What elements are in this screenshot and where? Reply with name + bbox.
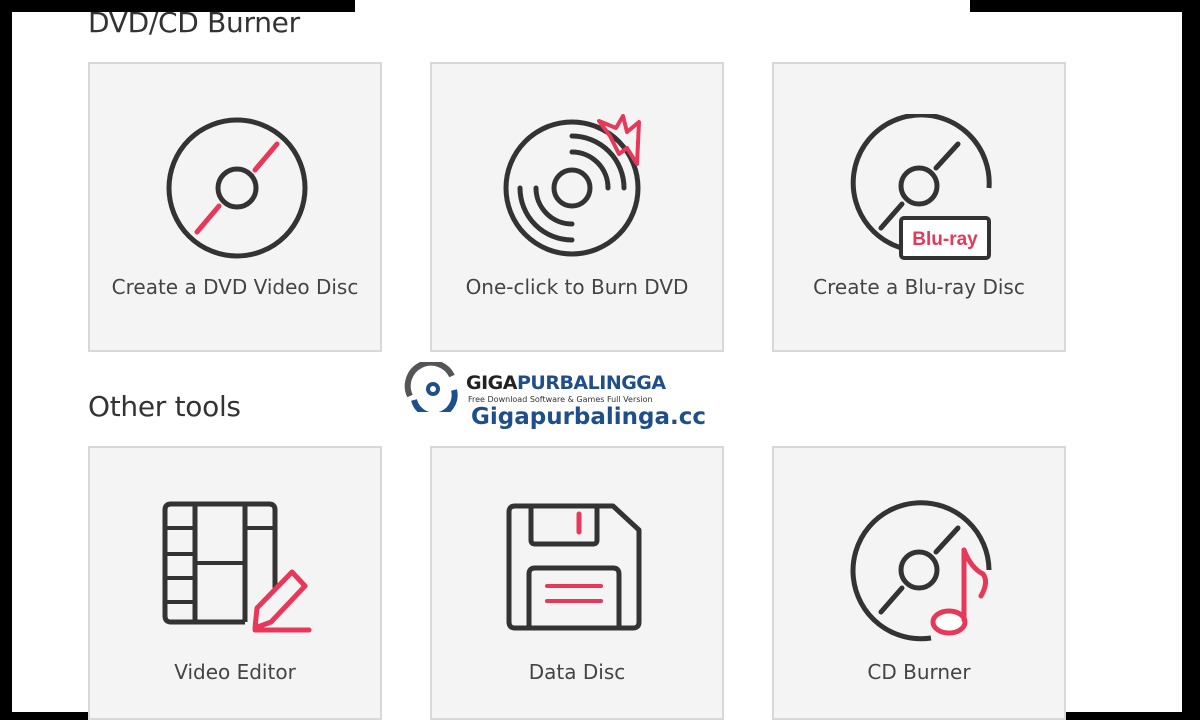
watermark: GIGAPURBALINGGA Free Download Software &… — [404, 360, 707, 435]
bluray-badge: Blu-ray — [912, 229, 978, 250]
section-title-burner: DVD/CD Burner — [88, 6, 300, 39]
create-bluray-card[interactable]: Blu-ray Create a Blu-ray Disc — [772, 62, 1066, 352]
one-click-burn-card[interactable]: One-click to Burn DVD — [430, 62, 724, 352]
data-disc-card[interactable]: Data Disc — [430, 446, 724, 720]
dvd-disc-icon — [166, 117, 308, 259]
burning-disc-icon — [503, 114, 641, 257]
brand-name: GIGAPURBALINGGA — [466, 372, 666, 394]
create-bluray-label: Create a Blu-ray Disc — [813, 275, 1025, 299]
film-edit-icon — [162, 501, 312, 633]
one-click-burn-label: One-click to Burn DVD — [465, 275, 689, 299]
data-disc-label: Data Disc — [528, 660, 626, 684]
brand-url: Gigapurbalinga.cc — [471, 404, 707, 430]
video-editor-label: Video Editor — [174, 660, 296, 684]
brand-logo-icon — [404, 362, 458, 412]
music-disc-icon — [850, 500, 992, 642]
cd-burner-label: CD Burner — [867, 660, 971, 684]
cd-burner-card[interactable]: CD Burner — [772, 446, 1066, 720]
create-dvd-card[interactable]: Create a DVD Video Disc — [88, 62, 382, 352]
section-title-tools: Other tools — [88, 390, 241, 423]
top-edge — [355, 0, 970, 12]
brand-tagline: Free Download Software & Games Full Vers… — [468, 395, 653, 404]
bluray-disc-icon: Blu-ray — [850, 114, 992, 260]
floppy-disk-icon — [506, 503, 642, 631]
create-dvd-label: Create a DVD Video Disc — [111, 275, 359, 299]
frame-mask — [970, 0, 1200, 12]
video-editor-card[interactable]: Video Editor — [88, 446, 382, 720]
